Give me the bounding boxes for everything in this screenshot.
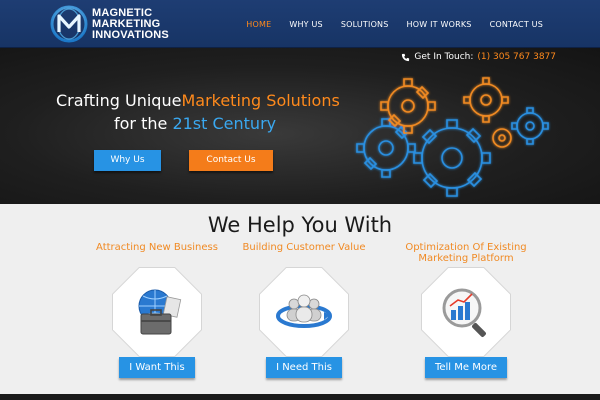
hero-headline-2: for the 21st Century [114,114,276,133]
nav-contact-us[interactable]: CONTACT US [481,20,552,29]
service-title-1: Attracting New Business [96,242,218,253]
service-card-attracting: Attracting New Business I Want This [77,242,237,378]
contact-bar: Get In Touch: (1) 305 767 3877 [401,52,556,62]
octagon-frame [113,268,201,356]
hero-headline-1: Crafting UniqueMarketing Solutions [56,91,340,110]
service-title-3-line2: Marketing Platform [418,253,514,264]
customers-icon [276,294,332,328]
contact-phone[interactable]: (1) 305 767 3877 [477,52,556,62]
services-section: We Help You With Attracting New Business… [0,204,600,400]
tell-me-more-button[interactable]: Tell Me More [425,357,507,378]
hero-headline-1b: Marketing Solutions [181,91,340,110]
why-us-button[interactable]: Why Us [94,150,161,171]
service-card-optimization: Optimization Of Existing Marketing Platf… [386,242,546,378]
service-title-3: Optimization Of Existing Marketing Platf… [386,242,546,266]
contact-label: Get In Touch: [414,52,474,62]
gears-icon [356,77,549,197]
nav-home[interactable]: HOME [237,20,280,29]
nav-why-us[interactable]: WHY US [280,20,332,29]
services-title: We Help You With [207,213,393,237]
magnetic-m-logo-icon [50,5,88,43]
i-need-this-button[interactable]: I Need This [266,357,342,378]
service-title-3-line1: Optimization Of Existing [405,242,527,253]
hero-headline-2b: 21st Century [172,114,277,133]
hero-headline-2a: for the [114,114,168,133]
footer-strip [0,394,600,400]
logo-line-3: INNOVATIONS [92,29,169,41]
nav-solutions[interactable]: SOLUTIONS [332,20,398,29]
briefcase-globe-icon [138,289,182,335]
phone-icon [402,53,410,61]
hero-banner: Get In Touch: (1) 305 767 3877 Crafting … [0,48,600,204]
site-header: MAGNETIC MARKETING INNOVATIONS HOME WHY … [0,0,600,48]
hero-headline-1a: Crafting Unique [56,91,182,110]
service-title-2: Building Customer Value [242,242,366,253]
service-card-building: Building Customer Value I Need This [224,242,384,378]
octagon-frame [260,268,348,356]
main-nav: HOME WHY US SOLUTIONS HOW IT WORKS CONTA… [237,0,552,48]
analytics-magnifier-icon [442,288,486,337]
octagon-frame [422,268,510,356]
logo-text: MAGNETIC MARKETING INNOVATIONS [92,8,169,41]
contact-us-button[interactable]: Contact Us [189,150,273,171]
logo[interactable]: MAGNETIC MARKETING INNOVATIONS [50,5,180,43]
nav-how-it-works[interactable]: HOW IT WORKS [398,20,481,29]
i-want-this-button[interactable]: I Want This [119,357,195,378]
